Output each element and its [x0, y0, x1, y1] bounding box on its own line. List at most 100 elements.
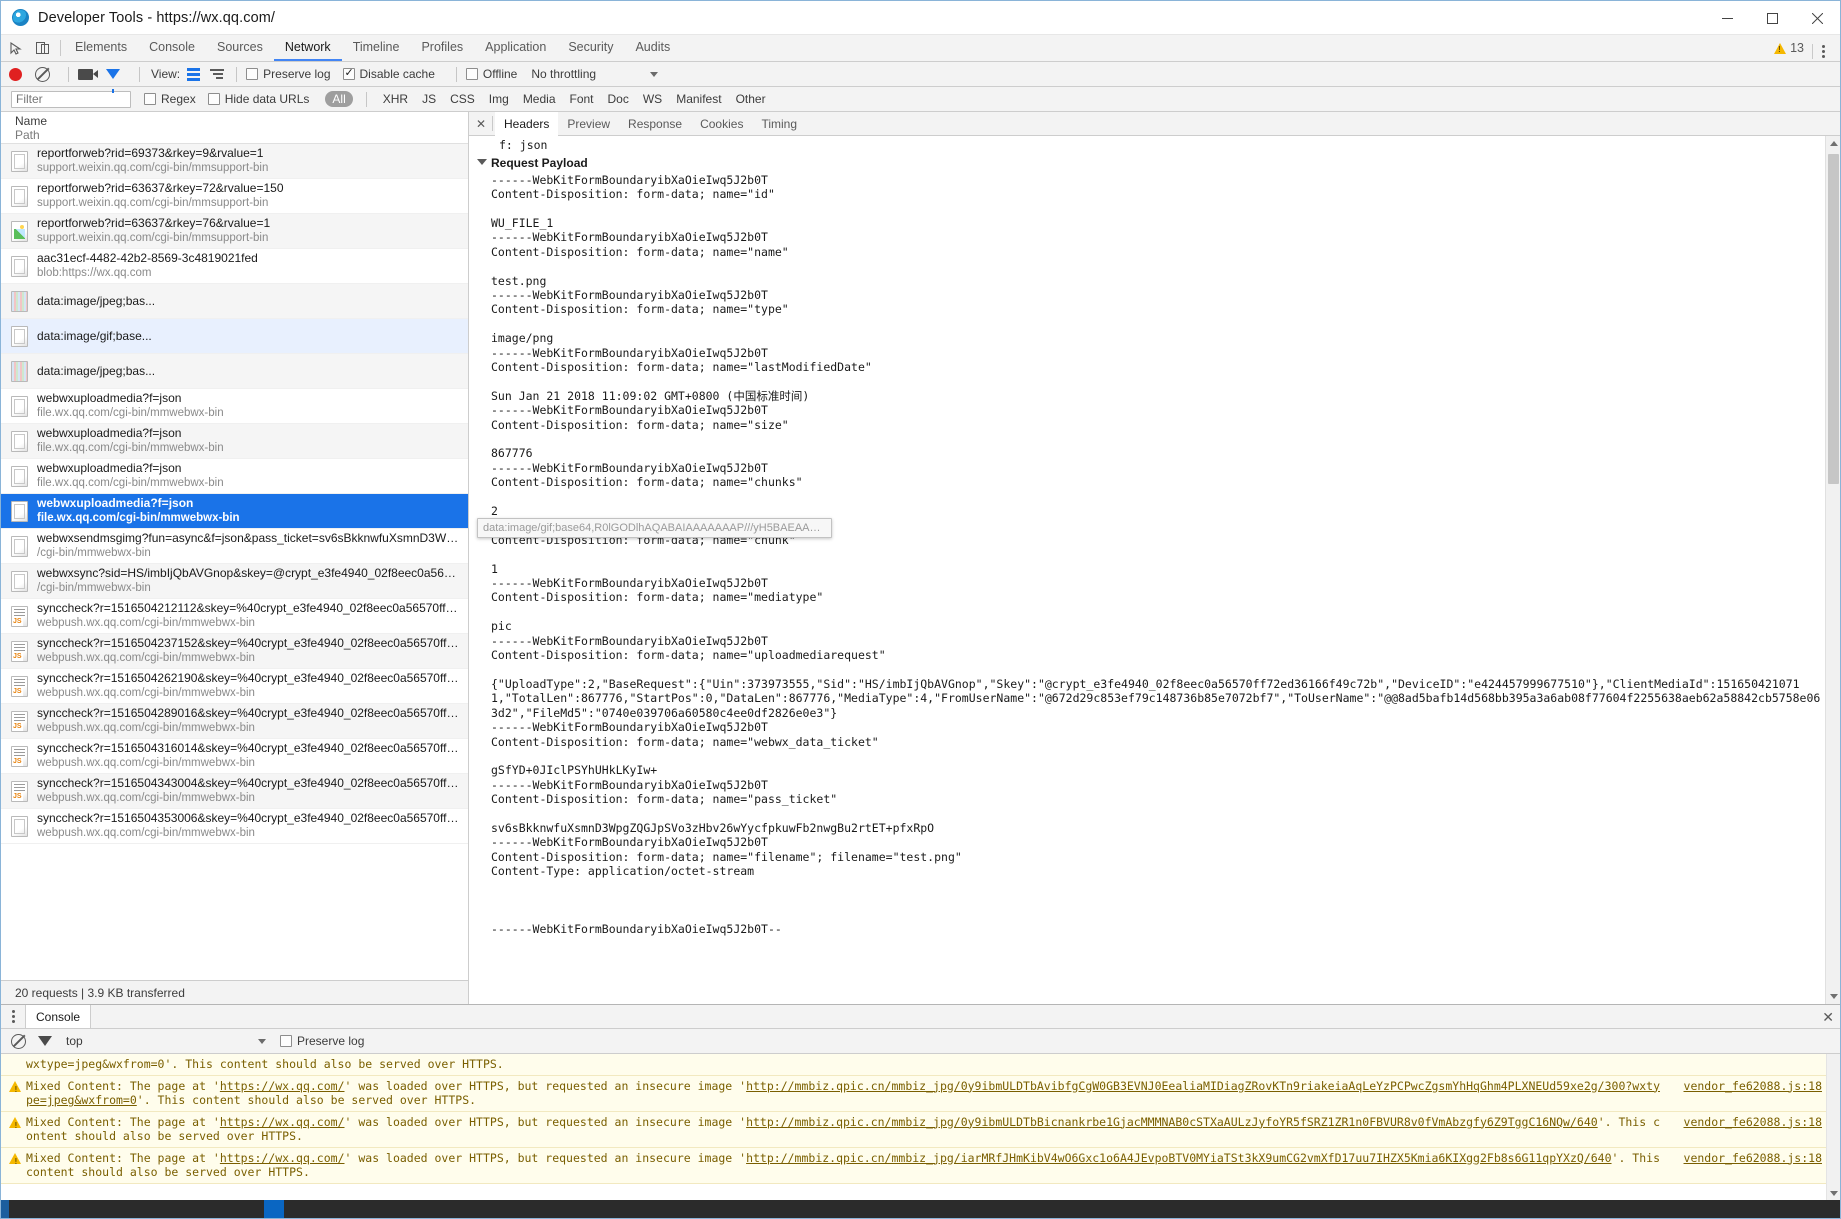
tab-application[interactable]: Application	[474, 35, 557, 61]
taskbar-active-item[interactable]	[264, 1200, 284, 1218]
table-row[interactable]: webwxsync?sid=HS/imbIjQbAVGnop&skey=@cry…	[1, 564, 468, 599]
regex-toggle[interactable]: Regex	[144, 92, 196, 106]
table-row[interactable]: data:image/jpeg;bas...	[1, 284, 468, 319]
filter-type-css[interactable]: CSS	[443, 92, 482, 106]
table-row[interactable]: reportforweb?rid=63637&rkey=76&rvalue=1 s…	[1, 214, 468, 249]
record-button-icon[interactable]	[9, 67, 22, 81]
waterfall-view-icon[interactable]	[210, 69, 225, 79]
filter-type-manifest[interactable]: Manifest	[669, 92, 728, 106]
table-row[interactable]: webwxuploadmedia?f=json file.wx.qq.com/cg…	[1, 494, 468, 529]
column-header-path[interactable]: Path	[15, 128, 468, 142]
scroll-down-icon[interactable]	[1826, 989, 1841, 1004]
offline-checkbox[interactable]	[465, 68, 478, 80]
tab-audits[interactable]: Audits	[624, 35, 681, 61]
table-row[interactable]: data:image/gif;base...	[1, 319, 468, 354]
preserve-log-checkbox[interactable]	[246, 68, 259, 80]
scroll-down-icon[interactable]	[1827, 1186, 1840, 1200]
filter-type-img[interactable]: Img	[482, 92, 516, 106]
table-row[interactable]: webwxuploadmedia?f=json file.wx.qq.com/cg…	[1, 424, 468, 459]
request-payload-section-title[interactable]: Request Payload	[469, 156, 1840, 170]
insecure-image-url-link[interactable]: http://mmbiz.qpic.cn/mmbiz_jpg/iarMRfJHm…	[746, 1151, 1611, 1165]
request-list[interactable]: reportforweb?rid=69373&rkey=9&rvalue=1 su…	[1, 144, 468, 980]
page-url-link[interactable]: https://wx.qq.com/	[220, 1115, 345, 1129]
console-message[interactable]: Mixed Content: The page at 'https://wx.q…	[1, 1111, 1840, 1148]
console-message-source-link[interactable]: vendor_fe62088.js:18	[1670, 1079, 1822, 1108]
close-button[interactable]	[1795, 1, 1840, 35]
regex-checkbox[interactable]	[144, 93, 156, 105]
filter-type-ws[interactable]: WS	[636, 92, 669, 106]
detail-tab-response[interactable]: Response	[619, 112, 691, 135]
request-payload-view[interactable]: f: json Request Payload ------WebKitForm…	[469, 136, 1840, 1004]
console-filter-icon[interactable]	[38, 1036, 52, 1060]
drawer-tab-console[interactable]: Console	[25, 1005, 92, 1028]
drawer-more-options-icon[interactable]	[1, 1005, 25, 1028]
table-row[interactable]: aac31ecf-4482-42b2-8569-3c4819021fed blob…	[1, 249, 468, 284]
detail-tab-preview[interactable]: Preview	[558, 112, 619, 135]
throttling-select[interactable]: No throttling	[531, 67, 659, 81]
maximize-button[interactable]	[1750, 1, 1795, 35]
tab-elements[interactable]: Elements	[64, 35, 138, 61]
console-message-source-link[interactable]: vendor_fe62088.js:18	[1670, 1115, 1822, 1144]
tab-network[interactable]: Network	[273, 35, 342, 61]
table-row[interactable]: synccheck?r=1516504262190&skey=%40crypt_…	[1, 669, 468, 704]
clear-button-icon[interactable]	[35, 66, 50, 82]
column-header-name[interactable]: Name	[15, 114, 468, 128]
filter-input[interactable]	[11, 90, 131, 108]
filter-type-other[interactable]: Other	[729, 92, 773, 106]
device-toolbar-icon[interactable]	[29, 35, 57, 61]
detail-tab-timing[interactable]: Timing	[752, 112, 806, 135]
table-row[interactable]: reportforweb?rid=69373&rkey=9&rvalue=1 su…	[1, 144, 468, 179]
filter-type-js[interactable]: JS	[415, 92, 443, 106]
filter-type-media[interactable]: Media	[516, 92, 563, 106]
hide-data-urls-checkbox[interactable]	[207, 93, 220, 105]
table-row[interactable]: synccheck?r=1516504343004&skey=%40crypt_…	[1, 774, 468, 809]
drawer-close-icon[interactable]: ✕	[1822, 1005, 1834, 1029]
insecure-image-url-link[interactable]: http://mmbiz.qpic.cn/mmbiz_jpg/0y9ibmULD…	[746, 1115, 1598, 1129]
more-options-icon[interactable]	[1812, 43, 1834, 59]
disable-cache-checkbox[interactable]	[342, 66, 355, 80]
detail-scrollbar[interactable]	[1825, 136, 1840, 1004]
filter-type-doc[interactable]: Doc	[601, 92, 636, 106]
page-url-link[interactable]: https://wx.qq.com/	[220, 1079, 345, 1093]
table-row[interactable]: synccheck?r=1516504289016&skey=%40crypt_…	[1, 704, 468, 739]
tab-security[interactable]: Security	[557, 35, 624, 61]
console-message-source-link[interactable]: vendor_fe62088.js:18	[1670, 1151, 1822, 1180]
console-preserve-log-toggle[interactable]: Preserve log	[280, 1034, 364, 1048]
offline-toggle[interactable]: Offline	[465, 67, 517, 81]
preserve-log-toggle[interactable]: Preserve log	[246, 67, 331, 81]
detail-tab-cookies[interactable]: Cookies	[691, 112, 752, 135]
scroll-up-icon[interactable]	[1826, 136, 1841, 151]
list-view-icon[interactable]	[187, 67, 201, 81]
tab-profiles[interactable]: Profiles	[410, 35, 474, 61]
filter-type-xhr[interactable]: XHR	[376, 92, 415, 106]
console-messages[interactable]: wxtype=jpeg&wxfrom=0'. This content shou…	[1, 1054, 1840, 1200]
filter-icon[interactable]	[106, 69, 120, 93]
table-row[interactable]: synccheck?r=1516504212112&skey=%40crypt_…	[1, 599, 468, 634]
clear-console-icon[interactable]	[11, 1033, 26, 1049]
tab-sources[interactable]: Sources	[206, 35, 274, 61]
table-row[interactable]: data:image/jpeg;bas...	[1, 354, 468, 389]
hide-data-urls-toggle[interactable]: Hide data URLs	[207, 92, 309, 106]
detail-tab-headers[interactable]: Headers	[495, 112, 559, 136]
tab-timeline[interactable]: Timeline	[342, 35, 411, 61]
close-detail-icon[interactable]: ✕	[471, 112, 491, 135]
console-message[interactable]: Mixed Content: The page at 'https://wx.q…	[1, 1147, 1840, 1184]
warning-badge[interactable]: 13	[1774, 41, 1812, 55]
filter-type-font[interactable]: Font	[563, 92, 601, 106]
console-message[interactable]: wxtype=jpeg&wxfrom=0'. This content shou…	[1, 1054, 1840, 1076]
page-url-link[interactable]: https://wx.qq.com/	[220, 1151, 345, 1165]
table-row[interactable]: reportforweb?rid=63637&rkey=72&rvalue=15…	[1, 179, 468, 214]
disable-cache-toggle[interactable]: Disable cache	[342, 66, 435, 81]
execution-context-select[interactable]: top	[66, 1034, 266, 1048]
table-row[interactable]: webwxuploadmedia?f=json file.wx.qq.com/cg…	[1, 389, 468, 424]
capture-screenshots-icon[interactable]	[78, 68, 98, 80]
table-row[interactable]: synccheck?r=1516504237152&skey=%40crypt_…	[1, 634, 468, 669]
inspect-element-icon[interactable]	[1, 35, 29, 61]
scrollbar-thumb[interactable]	[1828, 154, 1839, 484]
console-scrollbar[interactable]	[1826, 1054, 1840, 1200]
tab-console[interactable]: Console	[138, 35, 206, 61]
table-row[interactable]: synccheck?r=1516504316014&skey=%40crypt_…	[1, 739, 468, 774]
minimize-button[interactable]	[1705, 1, 1750, 35]
console-message[interactable]: Mixed Content: The page at 'https://wx.q…	[1, 1075, 1840, 1112]
console-preserve-log-checkbox[interactable]	[280, 1035, 292, 1047]
